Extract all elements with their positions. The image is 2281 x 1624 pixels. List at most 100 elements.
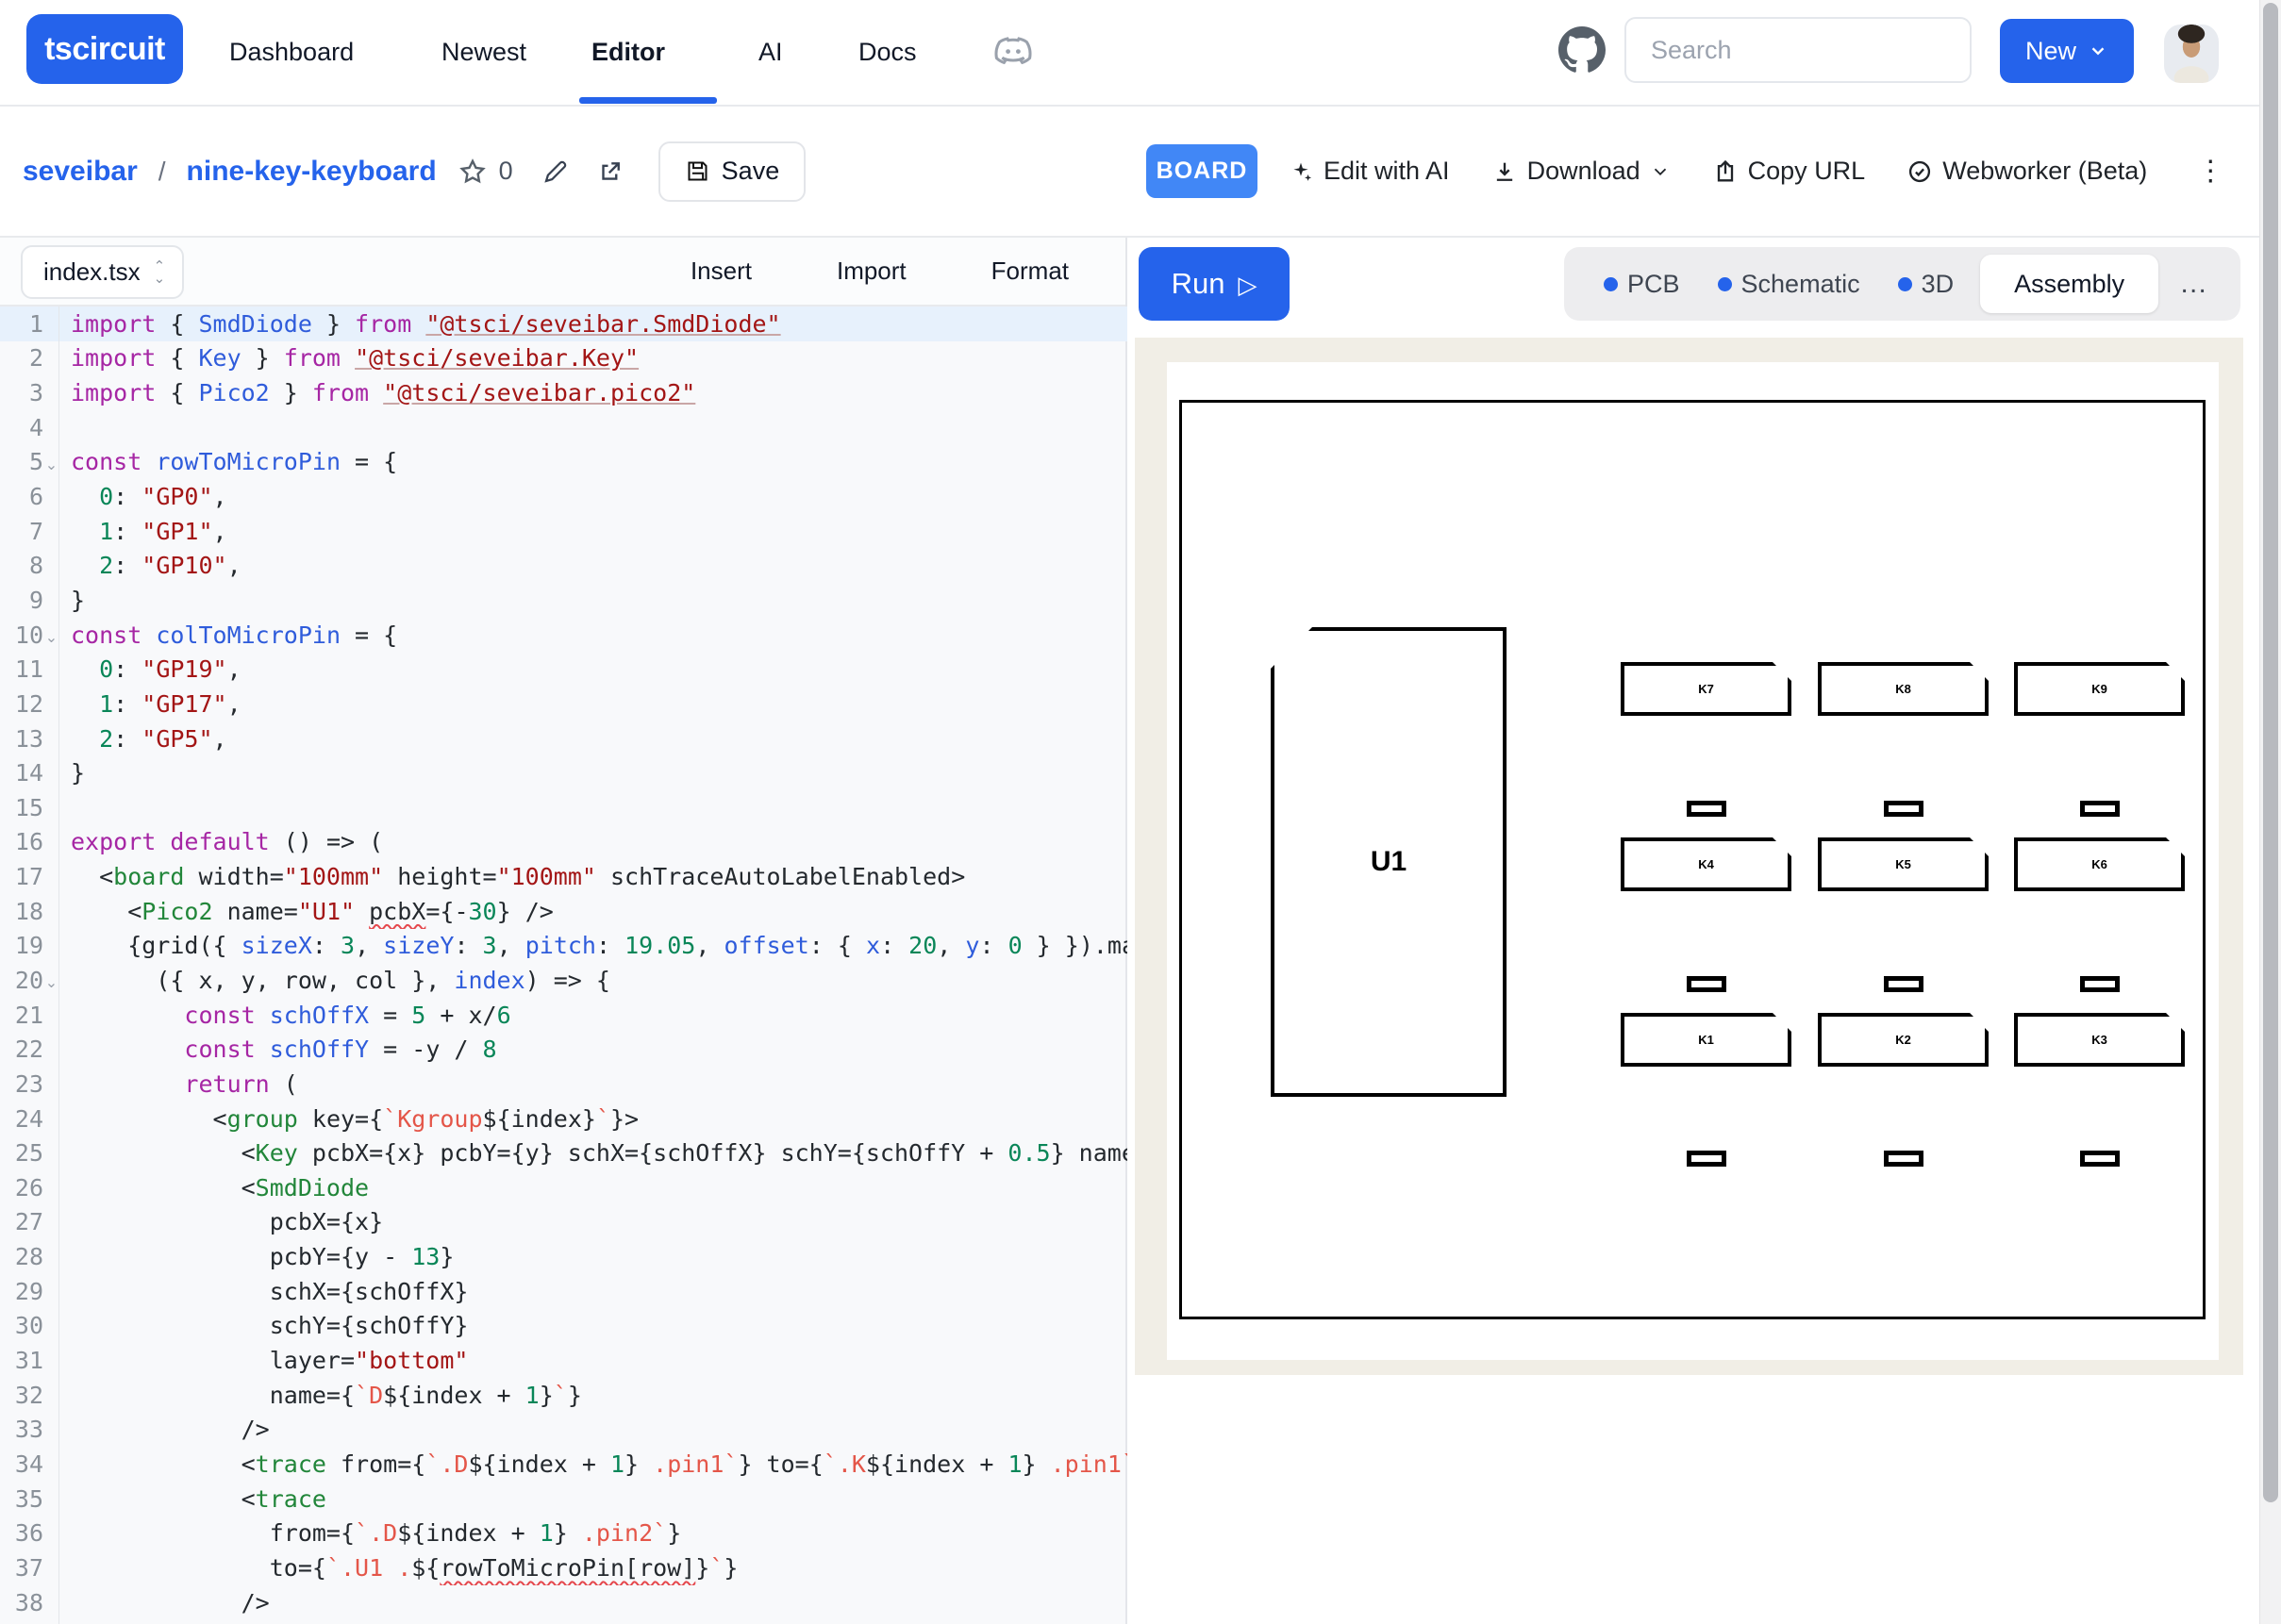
code-line[interactable]: 9} <box>0 583 1127 618</box>
code-line[interactable]: 36 from={`.D${index + 1} .pin2`} <box>0 1516 1127 1550</box>
key-k5[interactable]: K5 <box>1818 837 1989 891</box>
key-k8[interactable]: K8 <box>1818 662 1989 716</box>
nav-item-docs[interactable]: Docs <box>858 0 917 104</box>
breadcrumb-project[interactable]: nine-key-keyboard <box>187 156 437 188</box>
code-area[interactable]: 1import { SmdDiode } from "@tsci/seveiba… <box>0 307 1127 1624</box>
diode-component[interactable] <box>2080 976 2120 992</box>
nav-item-ai[interactable]: AI <box>758 0 783 104</box>
code-line[interactable]: 13 2: "GP5", <box>0 721 1127 756</box>
code-line[interactable]: 21 const schOffX = 5 + x/6 <box>0 998 1127 1033</box>
code-line[interactable]: 24 <group key={`Kgroup${index}`}> <box>0 1102 1127 1136</box>
fold-chevron-icon[interactable]: ⌄ <box>43 968 59 992</box>
code-line[interactable]: 3import { Pico2 } from "@tsci/seveibar.p… <box>0 375 1127 410</box>
key-k2[interactable]: K2 <box>1818 1013 1989 1067</box>
copy-url-button[interactable]: Copy URL <box>1712 157 1866 186</box>
code-line[interactable]: 4 <box>0 410 1127 445</box>
menu-insert[interactable]: Insert <box>691 257 752 286</box>
tabs-more-button[interactable]: … <box>2179 268 2209 300</box>
webworker-toggle[interactable]: Webworker (Beta) <box>1906 157 2147 186</box>
tscircuit-logo[interactable]: tscircuit <box>26 14 183 84</box>
file-select[interactable]: index.tsx ⌃⌄ <box>21 245 184 299</box>
code-line[interactable]: 22 const schOffY = -y / 8 <box>0 1032 1127 1067</box>
code-line[interactable]: 32 name={`D${index + 1}`} <box>0 1378 1127 1413</box>
save-button[interactable]: Save <box>658 141 807 202</box>
code-line[interactable]: 1import { SmdDiode } from "@tsci/seveiba… <box>0 307 1127 341</box>
download-button[interactable]: Download <box>1491 157 1671 186</box>
code-line[interactable]: 38 /> <box>0 1585 1127 1620</box>
star-icon[interactable] <box>458 157 488 187</box>
search-box <box>1624 17 1972 83</box>
tab-schematic[interactable]: Schematic <box>1718 270 1860 299</box>
rename-pencil-icon[interactable] <box>541 157 570 186</box>
code-line[interactable]: 35 <trace <box>0 1482 1127 1516</box>
code-line[interactable]: 29 schX={schOffX} <box>0 1274 1127 1309</box>
code-line[interactable]: 7 1: "GP1", <box>0 514 1127 549</box>
diode-component[interactable] <box>1687 1151 1726 1167</box>
diode-component[interactable] <box>1687 801 1726 817</box>
code-line[interactable]: 34 <trace from={`.D${index + 1} .pin1`} … <box>0 1447 1127 1482</box>
code-line[interactable]: 27 pcbX={x} <box>0 1205 1127 1240</box>
diode-component[interactable] <box>1884 801 1923 817</box>
code-line[interactable]: 23 return ( <box>0 1067 1127 1102</box>
menu-format[interactable]: Format <box>991 257 1069 286</box>
nav-item-newest[interactable]: Newest <box>441 0 526 104</box>
key-k9[interactable]: K9 <box>2014 662 2185 716</box>
code-line[interactable]: 18 <Pico2 name="U1" pcbX={-30} /> <box>0 894 1127 929</box>
search-input[interactable] <box>1651 36 1953 65</box>
code-line[interactable]: 16export default () => ( <box>0 825 1127 860</box>
key-label: K4 <box>1698 857 1714 871</box>
code-line[interactable]: 31 layer="bottom" <box>0 1343 1127 1378</box>
code-line[interactable]: 2import { Key } from "@tsci/seveibar.Key… <box>0 341 1127 376</box>
code-line[interactable]: 19 {grid({ sizeX: 3, sizeY: 3, pitch: 19… <box>0 929 1127 964</box>
tab-3d-label: 3D <box>1922 270 1955 299</box>
code-line[interactable]: 5⌄const rowToMicroPin = { <box>0 445 1127 480</box>
run-button[interactable]: Run ▷ <box>1139 247 1290 321</box>
key-k1[interactable]: K1 <box>1621 1013 1791 1067</box>
code-line[interactable]: 20⌄ ({ x, y, row, col }, index) => { <box>0 963 1127 998</box>
user-avatar[interactable] <box>2164 25 2219 83</box>
code-line[interactable]: 17 <board width="100mm" height="100mm" s… <box>0 859 1127 894</box>
scrollbar-thumb[interactable] <box>2263 3 2278 1502</box>
diode-component[interactable] <box>2080 1151 2120 1167</box>
code-line[interactable]: 10⌄const colToMicroPin = { <box>0 618 1127 653</box>
assembly-canvas[interactable]: U1 K7 K8 K9 K4 K5 K6 K1 K2 K3 <box>1135 338 2243 1375</box>
code-line[interactable]: 30 schY={schOffY} <box>0 1309 1127 1344</box>
discord-icon[interactable] <box>991 28 1036 74</box>
breadcrumb-owner[interactable]: seveibar <box>23 156 138 188</box>
code-line[interactable]: 15 <box>0 790 1127 825</box>
code-line[interactable]: 33 /> <box>0 1413 1127 1448</box>
tab-3d[interactable]: 3D <box>1898 270 1955 299</box>
key-k7[interactable]: K7 <box>1621 662 1791 716</box>
fold-chevron-icon[interactable]: ⌄ <box>43 622 59 647</box>
diode-component[interactable] <box>1884 976 1923 992</box>
tab-assembly[interactable]: Assembly <box>1980 255 2158 313</box>
tab-pcb[interactable]: PCB <box>1604 270 1680 299</box>
menu-import[interactable]: Import <box>837 257 907 286</box>
open-external-icon[interactable] <box>596 157 624 186</box>
code-line[interactable]: 37 to={`.U1 .${rowToMicroPin[row]}`} <box>0 1550 1127 1585</box>
key-k4[interactable]: K4 <box>1621 837 1791 891</box>
component-u1[interactable]: U1 <box>1271 627 1507 1097</box>
nav-item-dashboard[interactable]: Dashboard <box>229 0 354 104</box>
page-scrollbar[interactable] <box>2259 0 2281 1624</box>
code-line[interactable]: 8 2: "GP10", <box>0 548 1127 583</box>
code-line[interactable]: 26 <SmdDiode <box>0 1170 1127 1205</box>
github-icon[interactable] <box>1558 26 1606 74</box>
board-badge[interactable]: BOARD <box>1146 144 1257 198</box>
key-k3[interactable]: K3 <box>2014 1013 2185 1067</box>
code-line[interactable]: 12 1: "GP17", <box>0 687 1127 721</box>
code-line[interactable]: 11 0: "GP19", <box>0 652 1127 687</box>
key-k6[interactable]: K6 <box>2014 837 2185 891</box>
edit-with-ai-button[interactable]: Edit with AI <box>1288 157 1450 186</box>
diode-component[interactable] <box>2080 801 2120 817</box>
code-line[interactable]: 6 0: "GP0", <box>0 479 1127 514</box>
diode-component[interactable] <box>1884 1151 1923 1167</box>
code-line[interactable]: 28 pcbY={y - 13} <box>0 1239 1127 1274</box>
code-line[interactable]: 25 <Key pcbX={x} pcbY={y} schX={schOffX}… <box>0 1135 1127 1170</box>
new-button[interactable]: New <box>2000 19 2134 83</box>
diode-component[interactable] <box>1687 976 1726 992</box>
fold-chevron-icon[interactable]: ⌄ <box>43 450 59 474</box>
nav-item-editor[interactable]: Editor <box>591 0 665 104</box>
kebab-menu-icon[interactable]: ⋮ <box>2196 155 2224 188</box>
code-line[interactable]: 14} <box>0 755 1127 790</box>
